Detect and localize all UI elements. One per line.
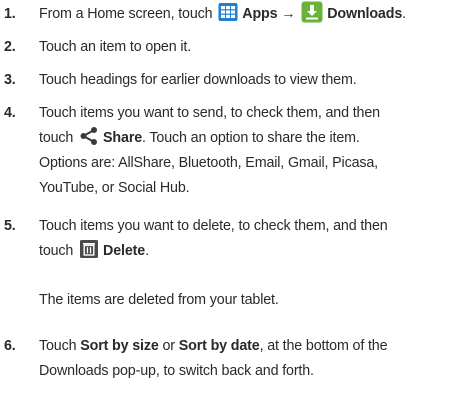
step-5-note: The items are deleted from your tablet. xyxy=(39,292,279,308)
step-text: Touch an item to open it. xyxy=(39,39,192,55)
step-number: 3. xyxy=(4,72,16,88)
delete-label: Delete xyxy=(103,243,146,259)
apps-grid-icon xyxy=(218,2,238,22)
instruction-document: 1. From a Home screen, touch Apps → Down… xyxy=(0,0,475,405)
step-number: 5. xyxy=(4,218,16,234)
downloads-label: Downloads xyxy=(327,6,403,22)
step-text: From a Home screen, touch xyxy=(39,6,217,22)
share-label: Share xyxy=(103,130,143,146)
step-number: 4. xyxy=(4,105,16,121)
step-text: Touch headings for earlier downloads to … xyxy=(39,72,357,88)
sort-by-size-label: Sort by size xyxy=(80,338,159,354)
step-text: Touch items you want to delete, to check… xyxy=(39,218,388,234)
apps-label: Apps → xyxy=(242,6,296,22)
sort-by-date-label: Sort by date xyxy=(178,338,260,354)
step-number: 1. xyxy=(4,6,16,22)
step-number: 6. xyxy=(4,338,16,354)
trash-icon xyxy=(79,239,99,259)
step-text: Touch items you want to send, to check t… xyxy=(39,105,380,121)
downloads-icon xyxy=(301,1,323,23)
share-icon xyxy=(79,126,99,146)
step-number: 2. xyxy=(4,39,16,55)
